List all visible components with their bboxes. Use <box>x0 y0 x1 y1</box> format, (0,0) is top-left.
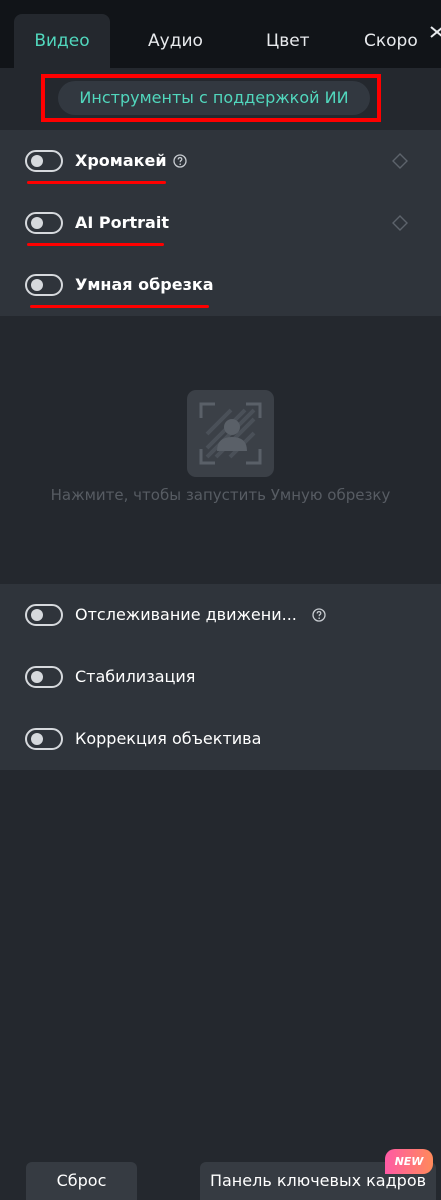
smart-crop-area[interactable]: Нажмите, чтобы запустить Умную обрезку <box>0 316 441 584</box>
new-badge: NEW <box>385 1149 433 1174</box>
keyframe-diamond-icon[interactable] <box>392 153 408 169</box>
tab-speed[interactable]: Скоро <box>364 14 421 68</box>
feature-row-stabilization: Стабилизация <box>0 646 441 708</box>
smart-crop-hint: Нажмите, чтобы запустить Умную обрезку <box>50 486 391 504</box>
motion-tracking-label: Отслеживание движени... <box>75 605 297 624</box>
feature-row-motion-tracking: Отслеживание движени... <box>0 584 441 646</box>
lens-correction-toggle[interactable] <box>25 728 63 750</box>
close-icon[interactable] <box>429 24 441 40</box>
highlight-box <box>41 74 381 122</box>
smart-crop-icon[interactable] <box>187 390 274 477</box>
feature-row-lens-correction: Коррекция объектива <box>0 708 441 770</box>
help-icon[interactable] <box>312 608 326 622</box>
smart-crop-label: Умная обрезка <box>75 275 214 294</box>
smart-crop-toggle[interactable] <box>25 274 63 296</box>
ai-features-section: Хромакей AI Portrait Умная обрезка <box>0 130 441 316</box>
ai-portrait-label: AI Portrait <box>75 213 169 232</box>
reset-button[interactable]: Сброс <box>26 1162 137 1200</box>
ai-tools-area: Инструменты с поддержкой ИИ <box>0 68 441 130</box>
video-features-section: Отслеживание движени... Стабилизация Кор… <box>0 584 441 770</box>
annotation-underline <box>27 181 166 184</box>
lens-correction-label: Коррекция объектива <box>75 729 262 748</box>
help-icon[interactable] <box>173 154 187 168</box>
chroma-key-label: Хромакей <box>75 151 167 170</box>
tab-bar: Видео Аудио Цвет Скоро <box>0 0 441 68</box>
annotation-underline <box>27 243 164 246</box>
ai-portrait-toggle[interactable] <box>25 212 63 234</box>
feature-row-chroma-key: Хромакей <box>0 130 441 192</box>
feature-row-smart-crop: Умная обрезка <box>0 254 441 316</box>
stabilization-label: Стабилизация <box>75 667 196 686</box>
annotation-underline <box>30 305 209 308</box>
tab-audio[interactable]: Аудио <box>148 14 203 68</box>
feature-row-ai-portrait: AI Portrait <box>0 192 441 254</box>
chroma-key-toggle[interactable] <box>25 150 63 172</box>
stabilization-toggle[interactable] <box>25 666 63 688</box>
tab-color[interactable]: Цвет <box>266 14 310 68</box>
tab-video[interactable]: Видео <box>14 14 110 68</box>
motion-tracking-toggle[interactable] <box>25 604 63 626</box>
keyframe-diamond-icon[interactable] <box>392 215 408 231</box>
